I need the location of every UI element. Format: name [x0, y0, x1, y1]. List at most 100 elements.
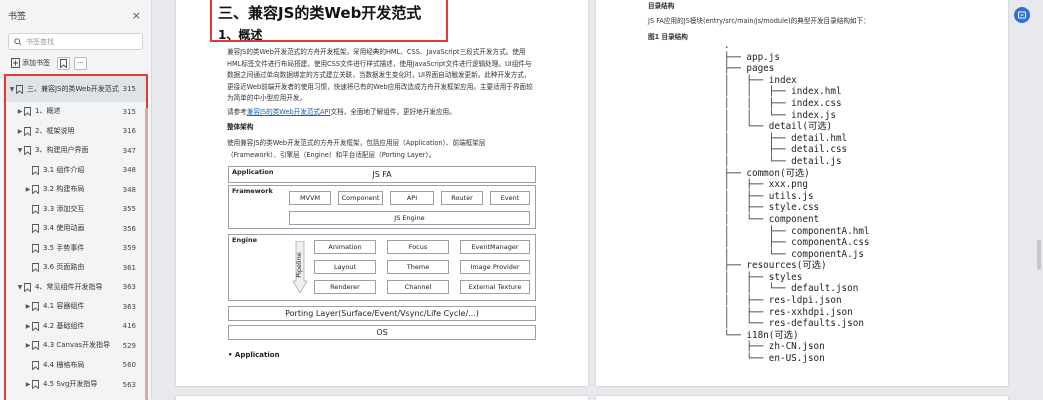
bookmark-search[interactable]	[8, 33, 143, 50]
fw-box-mvvm: MVVM	[289, 191, 331, 205]
bookmark-item[interactable]: ▶ 3.2 构建布局 348	[6, 180, 146, 200]
bookmark-item[interactable]: ▼ 三、兼容JS的类Web开发范式 315	[6, 76, 146, 102]
tree-line: │ ├── index	[724, 74, 797, 86]
directory-heading: 目录结构	[648, 2, 675, 10]
porting-layer-label: Porting Layer(Surface/Event/Vsync/Life C…	[285, 309, 479, 318]
bookmark-label: 3.2 构建布局	[43, 185, 85, 194]
bookmark-page-number: 361	[122, 263, 136, 272]
bookmark-icon	[32, 321, 39, 331]
tree-line: │ │ └── default.json	[724, 283, 859, 295]
document-viewer: 三、兼容JS的类Web开发范式 1、概述 兼容JS的类Web开发范式的方舟开发框…	[153, 0, 1043, 400]
tree-line: │ └── component	[724, 213, 820, 225]
os-layer: OS	[228, 325, 536, 340]
chevron-down-icon[interactable]: ▼	[8, 86, 16, 93]
directory-description: JS FA应用的JS模块(entry/src/main/js/module)的典…	[648, 17, 870, 25]
bookmark-page-number: 563	[122, 380, 136, 389]
engine-layer-label: Engine	[232, 236, 257, 244]
fw-box-event: Event	[490, 191, 530, 205]
sidebar-toolbar: 添加书签 ···	[8, 55, 143, 71]
add-bookmark-label: 添加书签	[22, 59, 50, 67]
tree-line: │ │ └── index.js	[724, 109, 836, 121]
close-icon[interactable]: ×	[132, 9, 141, 22]
tree-line: │ ├── componentA.hml	[724, 225, 870, 237]
bookmark-item[interactable]: ▼ 4、常见组件开发指导 363	[6, 278, 146, 298]
bookmark-page-number: 348	[122, 166, 136, 175]
bookmark-icon	[24, 107, 31, 117]
add-bookmark-button[interactable]: 添加书签	[8, 57, 53, 70]
chevron-right-icon[interactable]: ▶	[16, 108, 24, 115]
bookmark-item[interactable]: ▶ 4.1 容器组件 363	[6, 297, 146, 317]
eng-box-channel: Channel	[387, 280, 449, 294]
bookmark-item[interactable]: 3.3 添加交互 355	[6, 200, 146, 220]
bookmark-item[interactable]: 3.5 手势事件 359	[6, 239, 146, 259]
tree-line: │ ├── style.css	[724, 202, 820, 214]
chevron-right-icon[interactable]: ▶	[16, 128, 24, 135]
bookmark-page-number: 348	[122, 185, 136, 194]
page-heading: 三、兼容JS的类Web开发范式	[218, 4, 422, 22]
bookmark-item[interactable]: ▶ 2、框架说明 316	[6, 122, 146, 142]
tree-line: │ ├── styles	[724, 271, 803, 283]
bookmark-item[interactable]: ▶ 4.5 Svg开发指导 563	[6, 375, 146, 395]
tree-line: ├── common(可选)	[724, 167, 810, 179]
figure-caption: 图1 目录结构	[648, 33, 688, 41]
architecture-heading: 整体架构	[227, 123, 254, 131]
directory-tree: . ├── app.js ├── pages │ ├── index │ │ ├── i…	[724, 40, 870, 365]
assistant-icon	[1018, 11, 1026, 19]
bookmark-label: 4.2 基础组件	[43, 321, 85, 330]
chevron-right-icon[interactable]: ▶	[24, 303, 32, 310]
chevron-right-icon[interactable]: ▶	[24, 381, 32, 388]
bookmark-item[interactable]: 3.4 使用动画 356	[6, 219, 146, 239]
eng-box-eventmanager: EventManager	[460, 240, 530, 254]
eng-box-focus: Focus	[387, 240, 449, 254]
next-page-left	[176, 396, 588, 400]
chevron-right-icon[interactable]: ▶	[24, 323, 32, 330]
sidebar-header: 书签 ×	[0, 0, 151, 30]
bookmark-item[interactable]: ▶ 1、概述 315	[6, 102, 146, 122]
bookmark-icon	[32, 263, 39, 273]
tree-line: ├── resources(可选)	[724, 260, 827, 272]
tree-line: └── i18n(可选)	[724, 329, 799, 341]
bookmark-page-number: 416	[122, 322, 136, 331]
tree-line: │ └── res-defaults.json	[724, 318, 864, 330]
sidebar-scrollbar[interactable]	[145, 108, 148, 400]
chevron-down-icon[interactable]: ▼	[16, 284, 24, 291]
bookmark-item[interactable]: 3.1 组件介绍 348	[6, 161, 146, 181]
tree-line: │ ├── utils.js	[724, 190, 814, 202]
bookmark-label: 4.4 栅格布局	[43, 360, 85, 369]
porting-layer: Porting Layer(Surface/Event/Vsync/Life C…	[228, 306, 536, 321]
bookmark-toggle-button[interactable]	[57, 56, 70, 70]
chevron-down-icon[interactable]: ▼	[16, 147, 24, 154]
api-doc-link[interactable]: 兼容JS的类Web开发范式API	[247, 108, 331, 116]
bookmark-item[interactable]: 3.6 页面路由 361	[6, 258, 146, 278]
bookmark-page-number: 355	[122, 205, 136, 214]
bookmark-item[interactable]: ▶ 4.2 基础组件 416	[6, 317, 146, 337]
bookmark-icon	[24, 282, 31, 292]
bookmark-page-number: 356	[122, 224, 136, 233]
bookmark-item[interactable]: ▶ 4.3 Canvas开发指导 529	[6, 336, 146, 356]
fw-box-router: Router	[441, 191, 483, 205]
reference-text-post: 文档，全面地了解组件，更好地开发应用。	[330, 108, 456, 116]
more-options-button[interactable]: ···	[74, 56, 87, 70]
bookmark-icon	[60, 58, 67, 68]
bookmark-list: ▼ 三、兼容JS的类Web开发范式 315 ▶ 1、概述 315 ▶ 2、框架说明 316 ▼ 3、…	[4, 74, 148, 400]
bookmark-icon	[32, 380, 39, 390]
bookmark-page-number: 347	[122, 146, 136, 155]
application-bullet-text: Application	[234, 351, 280, 359]
bookmark-item[interactable]: ▼ 3、构建用户界面 347	[6, 141, 146, 161]
bookmark-label: 4.3 Canvas开发指导	[43, 341, 111, 350]
document-scrollbar[interactable]	[1037, 240, 1041, 270]
tree-line: │ ├── detail.css	[724, 144, 848, 156]
eng-box-image-provider: Image Provider	[460, 260, 530, 274]
chevron-right-icon[interactable]: ▶	[24, 342, 32, 349]
bookmark-icon	[32, 243, 39, 253]
bookmark-page-number: 316	[122, 127, 136, 136]
assistant-button[interactable]	[1014, 7, 1030, 23]
chevron-right-icon[interactable]: ▶	[24, 186, 32, 193]
bookmark-icon	[24, 126, 31, 136]
bookmark-search-input[interactable]	[26, 37, 126, 46]
bookmark-item[interactable]: 4.4 栅格布局 560	[6, 356, 146, 376]
eng-box-renderer: Renderer	[314, 280, 376, 294]
tree-line: │ └── detail(可选)	[724, 121, 833, 133]
engine-layer: Engine Pipeline Animation Focus EventMan…	[228, 234, 536, 301]
bookmark-page-number: 363	[122, 302, 136, 311]
